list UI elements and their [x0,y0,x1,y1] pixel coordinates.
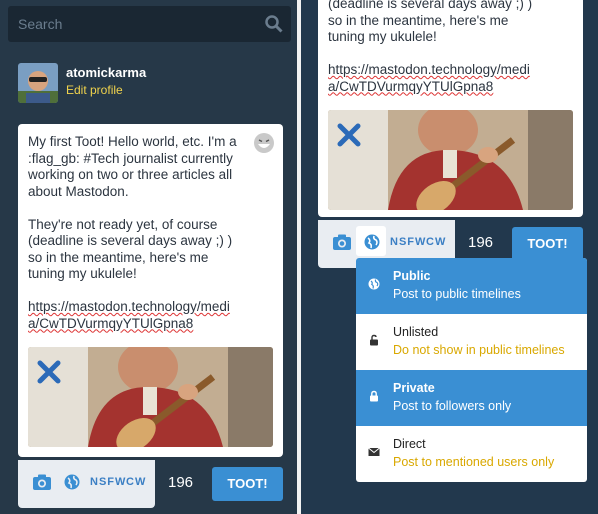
emoji-icon[interactable] [253,132,275,154]
compose-url: https://mastodon.technology/medi [28,299,230,314]
privacy-option-public[interactable]: Public Post to public timelines [356,258,587,314]
media-attachment[interactable] [28,347,273,447]
compose-line: about Mastodon. [28,183,129,199]
compose-url: https://mastodon.technology/medi [328,62,530,77]
avatar[interactable] [18,63,58,103]
compose-tools: NSFW CW [18,460,155,508]
lock-icon [370,390,378,402]
compose-line: (deadline is several days away ;) ) [28,233,233,248]
privacy-button[interactable] [56,466,86,496]
cw-button[interactable]: CW [426,236,446,248]
camera-icon[interactable] [332,234,352,251]
privacy-option-subtitle: Post to public timelines [393,287,521,301]
compose-line: My first Toot! Hello world, etc. I'm a [28,134,237,149]
compose-line: working on two or three articles all [28,167,233,182]
character-counter: 196 [168,474,194,491]
privacy-option-subtitle: Post to followers only [393,399,512,413]
username[interactable]: atomickarma [66,65,146,80]
camera-icon[interactable] [32,474,52,491]
nsfw-button[interactable]: NSFW [390,236,426,248]
search-icon[interactable] [265,15,283,33]
compose-line: tuning my ukulele! [328,29,437,44]
compose-line: They're not ready yet, of course [28,216,218,232]
search-input[interactable]: Search [18,16,62,32]
toot-button[interactable]: TOOT! [212,467,283,501]
compose-line: :flag_gb: #Tech journalist currently [28,150,233,166]
cw-button[interactable]: CW [126,476,146,488]
compose-line: so in the meantime, here's me [328,12,509,28]
compose-line: (deadline is several days away ;) ) [328,0,533,11]
privacy-button[interactable] [356,226,386,256]
media-attachment[interactable] [328,110,573,210]
privacy-option-title: Private [393,381,435,395]
compose-line: so in the meantime, here's me [28,249,209,265]
compose-url: a/CwTDVurmqyYTUlGpna8 [328,78,494,94]
privacy-option-title: Direct [393,437,426,451]
left-panel: Search atomickarma Edit profile My first… [0,0,297,514]
remove-media-icon[interactable] [336,122,362,148]
toot-button[interactable]: TOOT! [512,227,583,261]
privacy-option-unlisted[interactable]: Unlisted Do not show in public timelines [356,314,587,370]
privacy-option-title: Unlisted [393,325,439,339]
compose-textarea[interactable]: (deadline is several days away ;) ) so i… [318,0,583,217]
compose-toolbar: NSFW CW 196 TOOT! [18,460,283,508]
privacy-option-direct[interactable]: Direct Post to mentioned users only [356,426,587,482]
globe-icon [364,234,380,250]
compose-line: tuning my ukulele! [28,266,137,281]
profile-header: atomickarma Edit profile [8,55,291,120]
nsfw-button[interactable]: NSFW [90,476,126,488]
compose-url: a/CwTDVurmqyYTUlGpna8 [28,315,194,331]
globe-icon [64,474,80,490]
envelope-icon [368,447,380,456]
compose-textarea[interactable]: My first Toot! Hello world, etc. I'm a :… [18,124,283,457]
privacy-option-title: Public [393,269,431,283]
privacy-dropdown: Public Post to public timelines Unlisted… [356,258,587,482]
right-panel: (deadline is several days away ;) ) so i… [301,0,598,514]
privacy-option-subtitle: Post to mentioned users only [393,455,555,469]
globe-icon [368,278,380,290]
remove-media-icon[interactable] [36,359,62,385]
search-box[interactable]: Search [8,6,291,42]
privacy-option-private[interactable]: Private Post to followers only [356,370,587,426]
privacy-option-subtitle: Do not show in public timelines [393,343,565,357]
unlock-icon [370,334,378,346]
character-counter: 196 [468,234,494,251]
edit-profile-link[interactable]: Edit profile [66,83,123,97]
